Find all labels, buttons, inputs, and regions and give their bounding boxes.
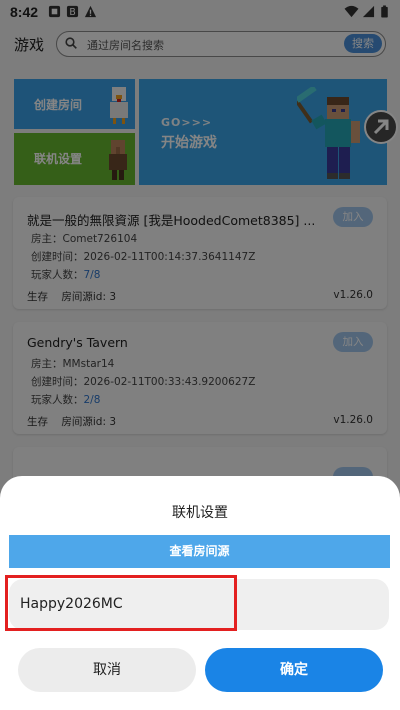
confirm-button[interactable]: 确定: [205, 648, 383, 692]
dialog-title: 联机设置: [172, 505, 228, 521]
view-room-source-button[interactable]: 查看房间源: [9, 535, 390, 568]
player-name-input[interactable]: Happy2026MC: [20, 596, 123, 612]
multiplayer-settings-dialog: 联机设置 查看房间源 Happy2026MC 取消 确定: [0, 476, 400, 710]
cancel-button[interactable]: 取消: [18, 648, 196, 692]
